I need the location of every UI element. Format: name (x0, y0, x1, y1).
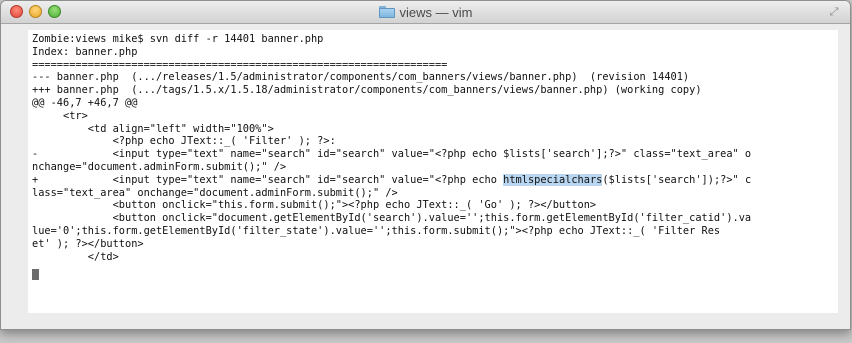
terminal-line: <button onclick="this.form.submit();"><?… (32, 199, 597, 212)
terminal-line: @@ -46,7 +46,7 @@ (32, 96, 138, 109)
title-bar[interactable]: views — vim ⤢ (1, 1, 850, 24)
terminal-line: Index: banner.php (32, 45, 138, 58)
terminal-line: </td> (32, 250, 119, 263)
terminal-line (32, 269, 838, 282)
fullscreen-icon[interactable]: ⤢ (828, 6, 840, 18)
terminal-line: nchange="document.adminForm.submit();" /… (32, 160, 287, 173)
terminal-line: +++ banner.php (.../tags/1.5.x/1.5.18/ad… (32, 84, 702, 97)
terminal-line: - <input type="text" name="search" id="s… (32, 148, 752, 161)
terminal-line: lue='0';this.form.getElementById('filter… (32, 224, 721, 237)
terminal-line-changed: + <input type="text" name="search" id="s… (32, 173, 838, 187)
terminal-line: ========================================… (32, 58, 448, 71)
terminal-line: <td align="left" width="100%"> (32, 122, 274, 135)
terminal-line: <button onclick="document.getElementById… (32, 212, 752, 225)
window-title: views — vim (399, 4, 473, 20)
terminal-line: <tr> (32, 109, 88, 122)
changed-line-after: ($lists['search']);?>" c (602, 173, 752, 186)
terminal-line: --- banner.php (.../releases/1.5/adminis… (32, 71, 690, 84)
folder-icon (378, 6, 395, 18)
terminal-line: <?php echo JText::_( 'Filter' ); ?>: (32, 135, 336, 148)
terminal-content[interactable]: Zombie:views mike$ svn diff -r 14401 ban… (28, 30, 838, 313)
text-cursor (32, 269, 39, 281)
terminal-line: et' ); ?></button> (32, 237, 144, 250)
window-title-group: views — vim (1, 1, 850, 23)
terminal-line: lass="text_area" onchange="document.admi… (32, 186, 398, 199)
terminal-window: views — vim ⤢ Zombie:views mike$ svn dif… (0, 0, 851, 330)
terminal-line: Zombie:views mike$ svn diff -r 14401 ban… (32, 33, 324, 45)
changed-line-before: + <input type="text" name="search" id="s… (32, 173, 504, 186)
search-highlight: htmlspecialchars (503, 173, 603, 186)
